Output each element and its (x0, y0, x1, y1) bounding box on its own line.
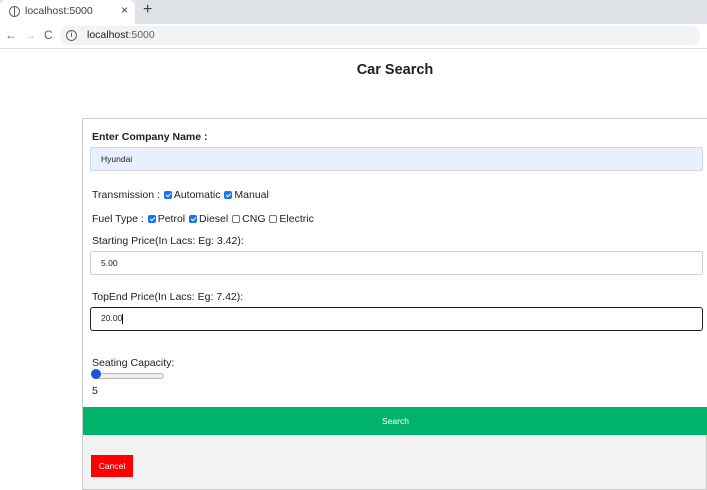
reload-icon[interactable]: C (44, 28, 53, 42)
automatic-checkbox[interactable] (163, 191, 172, 199)
diesel-checkbox[interactable] (189, 215, 198, 223)
company-label: Enter Company Name : (92, 131, 208, 143)
info-icon[interactable]: i (66, 30, 77, 41)
forward-arrow-icon[interactable]: → (24, 28, 36, 42)
new-tab-icon[interactable]: + (143, 1, 152, 19)
manual-checkbox[interactable] (224, 191, 233, 199)
seating-capacity-slider-thumb[interactable] (91, 369, 101, 379)
search-button[interactable]: Search (83, 407, 707, 435)
automatic-label: Automatic (173, 189, 221, 201)
seating-capacity-value: 5 (92, 385, 98, 397)
manual-label: Manual (234, 189, 269, 201)
seating-capacity-slider-track[interactable] (92, 373, 164, 379)
browser-tab[interactable]: localhost:5000 × (0, 0, 135, 24)
petrol-label: Petrol (157, 213, 186, 225)
electric-label: Electric (279, 213, 314, 225)
fuel-type-row: Fuel Type : Petrol Diesel CNG Electric (92, 213, 314, 225)
form-content: Enter Company Name : Hyundai Transmissio… (83, 119, 707, 407)
url-port: :5000 (128, 29, 155, 41)
url-host: localhost (87, 29, 129, 41)
company-input[interactable]: Hyundai (90, 147, 703, 171)
topend-price-label: TopEnd Price(In Lacs: Eg: 7.42): (92, 291, 244, 303)
browser-toolbar: ← → C i localhost:5000 (0, 24, 707, 49)
address-bar[interactable]: i localhost:5000 (60, 26, 700, 45)
starting-price-label: Starting Price(In Lacs: Eg: 3.42): (92, 235, 244, 247)
diesel-label: Diesel (199, 213, 229, 225)
transmission-label: Transmission : (92, 189, 160, 201)
transmission-row: Transmission : Automatic Manual (92, 189, 269, 201)
globe-icon (9, 6, 20, 17)
close-tab-icon[interactable]: × (121, 3, 128, 17)
seating-capacity-label: Seating Capacity: (92, 357, 175, 369)
tab-title: localhost:5000 (25, 5, 93, 17)
browser-tab-bar: localhost:5000 × + (0, 0, 707, 24)
fuel-type-label: Fuel Type : (92, 213, 144, 225)
page-title: Car Search (356, 62, 434, 78)
cng-checkbox[interactable] (232, 215, 241, 223)
url-text[interactable]: localhost:5000 (87, 29, 155, 41)
electric-checkbox[interactable] (269, 215, 278, 223)
back-arrow-icon[interactable]: ← (5, 28, 17, 42)
topend-price-value: 20.00 (101, 313, 123, 323)
cancel-button[interactable]: Cancel (91, 455, 133, 477)
search-form: Enter Company Name : Hyundai Transmissio… (82, 118, 707, 490)
starting-price-input[interactable]: 5.00 (90, 251, 703, 275)
cng-label: CNG (242, 213, 266, 225)
text-caret (122, 313, 124, 324)
topend-price-input[interactable]: 20.00 (90, 307, 703, 331)
petrol-checkbox[interactable] (147, 215, 156, 223)
